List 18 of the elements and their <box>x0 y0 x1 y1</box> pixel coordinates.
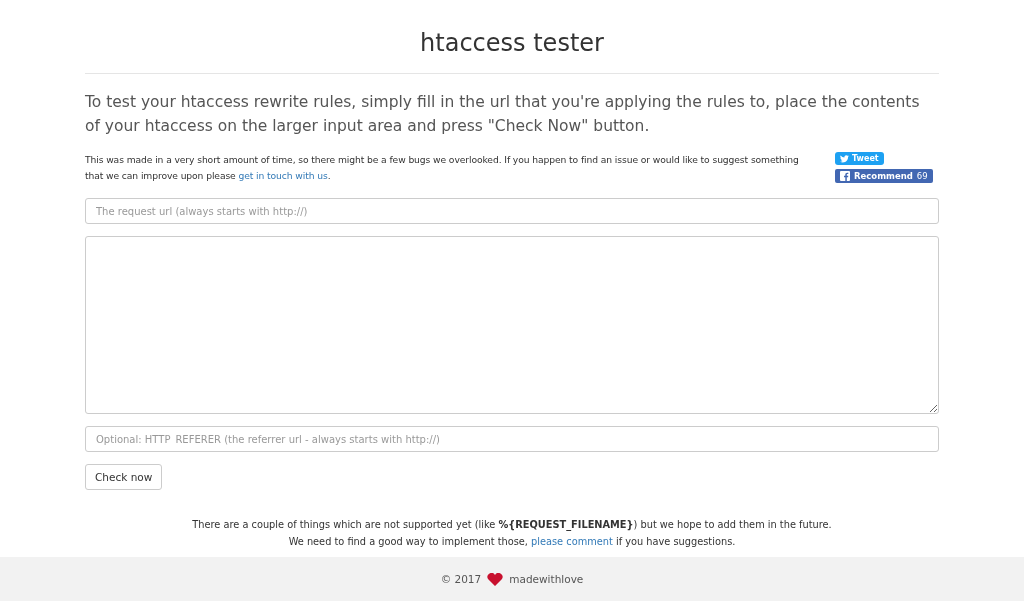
unsupported-note: There are a couple of things which are not supported yet (like %{REQUEST_FILENAME}) but we hope to add them in the future. <box>191 518 833 533</box>
heart-icon <box>487 572 504 586</box>
tweet-button[interactable]: Tweet <box>835 152 884 165</box>
facebook-icon <box>840 171 850 181</box>
check-now-button[interactable]: Check now <box>85 464 163 490</box>
page-title: htaccess tester <box>85 27 939 74</box>
contact-link[interactable]: get in touch with us <box>238 170 328 181</box>
recommend-button[interactable]: Recommend 69 <box>835 169 933 183</box>
intro-text: To test your htaccess rewrite rules, simply fill in the url that you're applying the rules to, place the contents of your htaccess on the larger input area and press "Check Now" button. <box>85 92 921 137</box>
copyright-text: © 2017 <box>440 573 482 585</box>
notice-text: This was made in a very short amount of time, so there might be a few bugs we overlooked. If you happen to find an issue or would like to suggest something that we can improve upon please get in touch with us. <box>85 153 800 183</box>
referer-field[interactable]: Optional: HTTP_REFERER (the referrer url - always starts with http://) <box>85 426 939 452</box>
bird-icon <box>840 154 849 163</box>
comment-link[interactable]: please comment <box>531 536 613 547</box>
brand-text: madewithlove <box>509 573 584 585</box>
request-url-field[interactable]: The request url (always starts with http://) <box>85 198 939 224</box>
suggestion-note: We need to find a good way to implement those, please comment if you have suggestions. <box>287 535 737 549</box>
htaccess-input-area[interactable] <box>85 236 939 414</box>
